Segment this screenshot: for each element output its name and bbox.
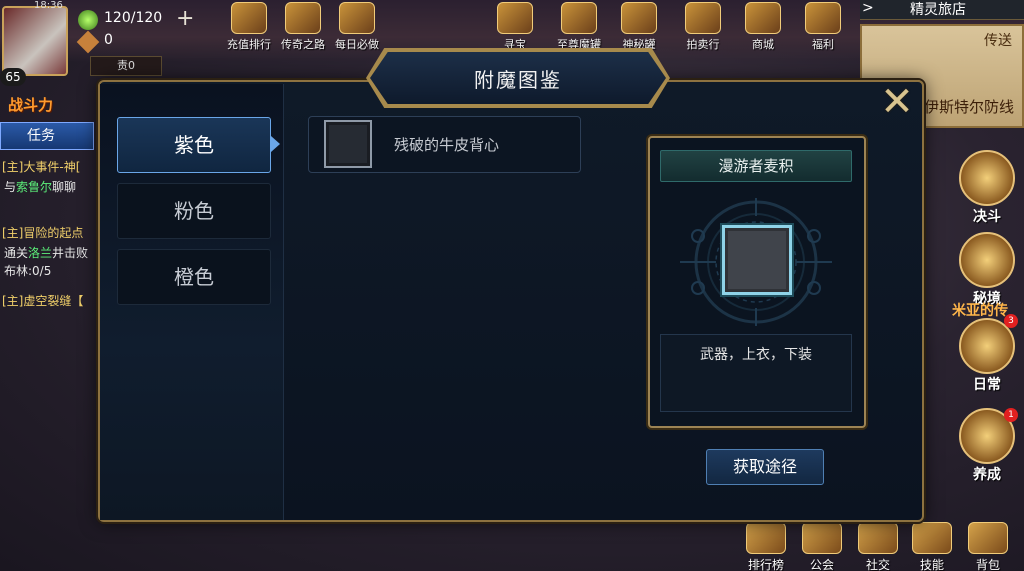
shop-button[interactable]: 商城 <box>736 2 790 52</box>
daily-button[interactable]: 日常 <box>956 318 1018 394</box>
auction-button[interactable]: 拍卖行 <box>676 2 730 52</box>
daily-badge: 3 <box>1004 314 1018 328</box>
detail-item-slot <box>722 225 792 295</box>
item-name: 残破的牛皮背心 <box>394 136 500 154</box>
supreme-jar-button[interactable]: 至尊魔罐 <box>552 2 606 52</box>
skill-icon <box>912 522 952 554</box>
skill-button[interactable]: 技能 <box>904 522 960 571</box>
quest-progress: 布林:0/5 <box>4 264 52 278</box>
stamina-value: 120/120 <box>104 10 163 26</box>
quest-detail: 与索鲁尔聊聊 <box>4 180 77 194</box>
mystery-jar-icon <box>621 2 657 34</box>
road-icon <box>285 2 321 34</box>
welfare-button[interactable]: 福利 <box>796 2 850 52</box>
player-level: 65 <box>0 68 26 86</box>
social-icon <box>858 522 898 554</box>
gavel-icon <box>685 2 721 34</box>
add-stamina-button[interactable]: + <box>176 6 194 31</box>
detail-title: 漫游者麦积 <box>660 150 852 182</box>
social-button[interactable]: 社交 <box>850 522 906 571</box>
tab-pink[interactable]: 粉色 <box>117 183 271 239</box>
acquire-method-button[interactable]: 获取途径 <box>706 449 824 485</box>
dialog-title: 附魔图鉴 <box>474 67 562 92</box>
stamina-icon <box>78 10 98 30</box>
coin-value: 0 <box>104 32 113 48</box>
duel-button[interactable]: 决斗 <box>956 150 1018 226</box>
ranking-button[interactable]: 排行榜 <box>738 522 794 571</box>
item-slot <box>324 120 372 168</box>
recharge-ranking-button[interactable]: 充值排行 <box>222 2 276 52</box>
guild-button[interactable]: 公会 <box>794 522 850 571</box>
side-event-caption: 米亚的传 <box>952 303 1008 319</box>
gift-icon <box>805 2 841 34</box>
location-header[interactable]: 精灵旅店 <box>860 0 1024 20</box>
quest-title[interactable]: [主]冒险的起点 <box>2 224 83 241</box>
quest-title[interactable]: [主]大事件-神[ <box>2 158 80 175</box>
jar-icon <box>561 2 597 34</box>
teleport-label[interactable]: 传送 <box>984 30 1012 50</box>
backpack-button[interactable]: 背包 <box>960 522 1016 571</box>
title-plate: 附魔图鉴 <box>370 52 666 104</box>
secret-realm-button[interactable]: 秘境 <box>956 232 1018 308</box>
growth-badge: 1 <box>1004 408 1018 422</box>
trophy-icon <box>231 2 267 34</box>
quest-button[interactable]: 任务 <box>0 122 94 150</box>
ranking-icon <box>746 522 786 554</box>
scroll-icon <box>339 2 375 34</box>
mystery-jar-button[interactable]: 神秘罐 <box>612 2 666 52</box>
tab-purple[interactable]: 紫色 <box>117 117 271 173</box>
treasure-hunt-button[interactable]: 寻宝 <box>488 2 542 52</box>
legend-road-button[interactable]: 传奇之路 <box>276 2 330 52</box>
shop-icon <box>745 2 781 34</box>
guild-icon <box>802 522 842 554</box>
chevron-right-icon[interactable]: > <box>862 0 874 16</box>
map-location-name: 伊斯特尔防线 <box>924 98 1015 116</box>
quest-detail: 通关洛兰井击败 <box>4 246 89 260</box>
tab-orange[interactable]: 橙色 <box>117 249 271 305</box>
backpack-icon <box>968 522 1008 554</box>
combat-power-label: 战斗力 <box>8 96 54 114</box>
close-icon: ✕ <box>880 79 914 125</box>
daily-must-do-button[interactable]: 每日必做 <box>330 2 384 52</box>
tab-pointer-icon <box>271 136 280 152</box>
map-icon <box>497 2 533 34</box>
quest-title[interactable]: [主]虚空裂缝【 <box>2 292 83 309</box>
secret-realm-icon <box>959 232 1015 288</box>
clock-time: 18:36 <box>34 0 63 11</box>
duel-icon <box>959 150 1015 206</box>
close-button[interactable]: ✕ <box>878 82 916 122</box>
rank-strip: 责0 <box>90 56 162 76</box>
player-avatar[interactable] <box>2 6 68 76</box>
applicable-slots-text: 武器，上衣，下装 <box>660 334 852 412</box>
